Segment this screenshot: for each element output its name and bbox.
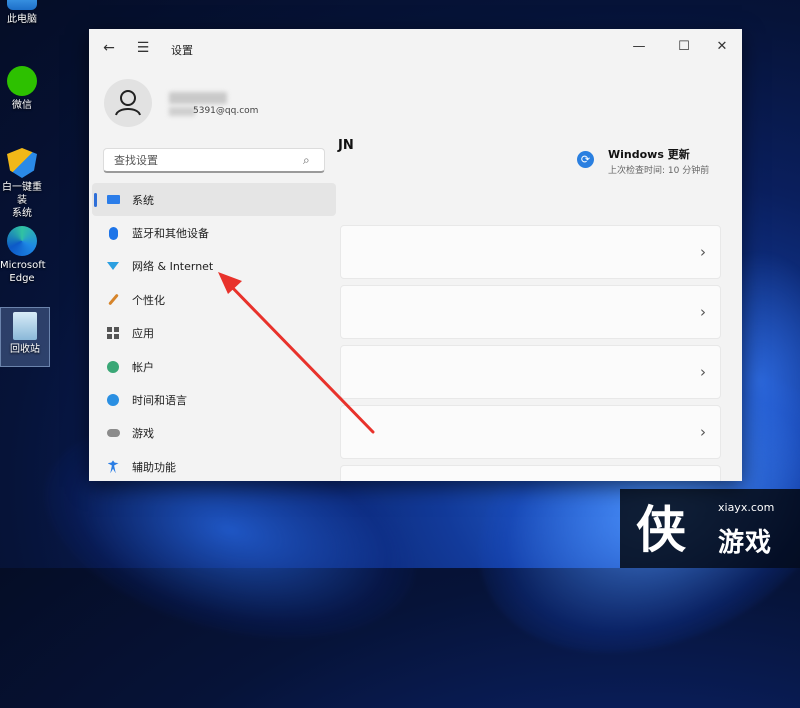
watermark-brand: 游戏: [718, 528, 773, 558]
watermark: 侠 xiayx.com 游戏: [620, 489, 800, 568]
annotation-arrow: [218, 272, 375, 434]
watermark-logo-glyph: 侠: [636, 501, 686, 559]
watermark-site: xiayx.com: [718, 501, 775, 514]
watermark-logo-icon: 侠: [636, 501, 686, 559]
